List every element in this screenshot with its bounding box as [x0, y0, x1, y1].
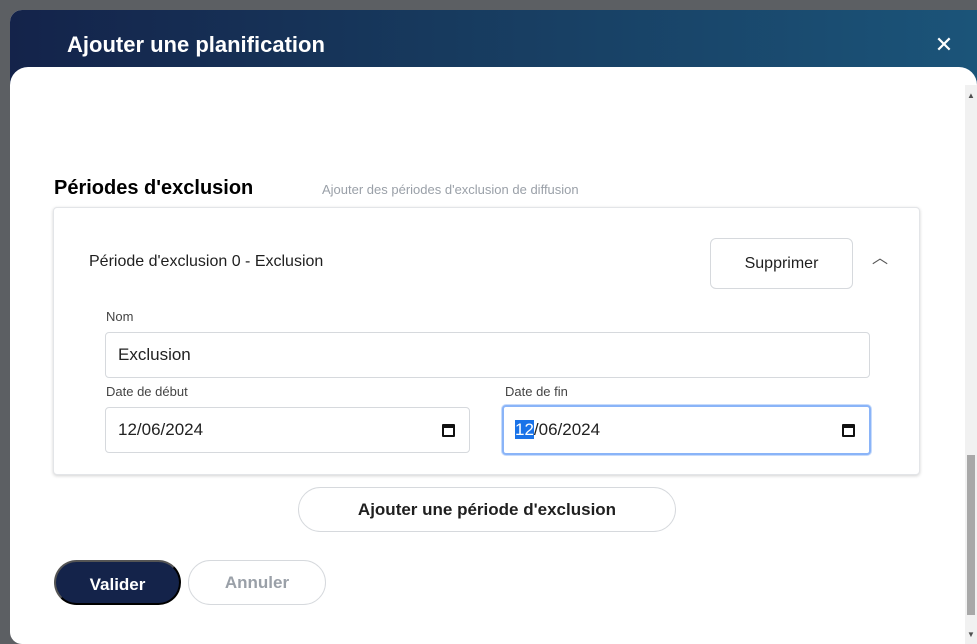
- end-date-input[interactable]: 12/06/2024: [502, 405, 871, 455]
- vertical-scrollbar[interactable]: ▲ ▼: [965, 85, 977, 644]
- modal-title: Ajouter une planification: [67, 32, 325, 57]
- name-input[interactable]: Exclusion: [105, 332, 870, 378]
- calendar-icon[interactable]: [442, 423, 455, 437]
- start-date-input[interactable]: 12/06/2024: [105, 407, 470, 453]
- delete-button[interactable]: Supprimer: [710, 238, 853, 289]
- end-date-rest: /06/2024: [533, 420, 601, 439]
- section-title: Périodes d'exclusion: [54, 177, 254, 199]
- modal-header: Ajouter une planification ✕: [10, 10, 977, 103]
- start-date-value: 12/06/2024: [118, 420, 204, 439]
- add-exclusion-period-button[interactable]: Ajouter une période d'exclusion: [298, 487, 676, 532]
- close-icon[interactable]: ✕: [931, 32, 957, 58]
- exclusion-period-card: Période d'exclusion 0 - Exclusion Suppri…: [53, 207, 920, 475]
- exclusion-period-title: Période d'exclusion 0 - Exclusion: [89, 253, 324, 270]
- section-hint: Ajouter des périodes d'exclusion de diff…: [322, 182, 579, 197]
- calendar-icon[interactable]: [842, 423, 855, 437]
- add-schedule-modal: Ajouter une planification ✕ ▲ ▼ Périodes…: [10, 10, 977, 644]
- scrollbar-thumb[interactable]: [967, 455, 975, 615]
- cancel-button[interactable]: Annuler: [188, 560, 326, 605]
- validate-button[interactable]: Valider: [54, 560, 181, 605]
- name-label: Nom: [106, 309, 134, 324]
- end-date-label: Date de fin: [505, 384, 568, 399]
- chevron-up-icon[interactable]: ︿: [869, 248, 891, 270]
- name-input-value: Exclusion: [118, 345, 191, 364]
- scroll-down-arrow-icon[interactable]: ▼: [965, 630, 977, 640]
- end-date-day-selected: 12: [515, 420, 534, 439]
- start-date-label: Date de début: [106, 384, 188, 399]
- scroll-up-arrow-icon[interactable]: ▲: [965, 91, 977, 101]
- end-date-value: 12/06/2024: [515, 420, 600, 440]
